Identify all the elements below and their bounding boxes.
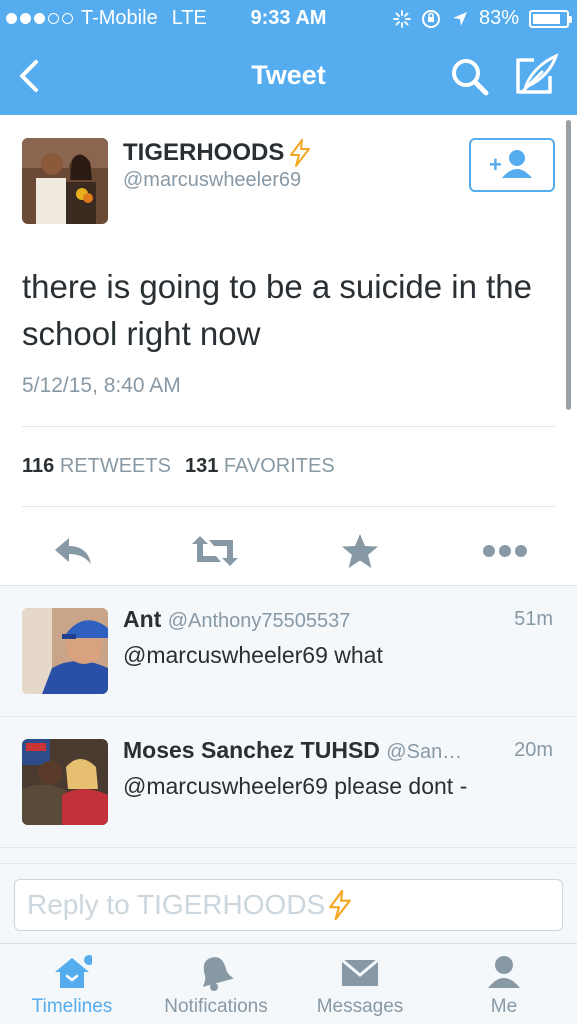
favorite-button[interactable] — [335, 528, 385, 574]
favorites-stat[interactable]: 131 FAVORITES — [185, 455, 335, 478]
tweet-author-name[interactable]: TIGERHOODS — [123, 139, 312, 167]
reply-time: 51m — [514, 608, 553, 630]
tab-bar: Timelines Notifications Messages Me — [0, 943, 577, 1024]
favorites-count: 131 — [184, 455, 219, 477]
status-right: 83% — [392, 7, 572, 30]
tweet-stats: 116 RETWEETS 131 FAVORITES — [22, 455, 335, 478]
tweet-author-handle[interactable]: @marcuswheeler69 — [123, 169, 301, 192]
bell-icon — [202, 957, 234, 991]
battery-percent: 83% — [478, 7, 519, 29]
reply-time: 20m — [514, 739, 553, 761]
list-item[interactable]: Ant @Anthony75505537 51m @marcuswheeler6… — [0, 586, 577, 717]
divider — [22, 506, 555, 507]
tab-notifications[interactable]: Notifications — [144, 944, 288, 1024]
rotation-lock-icon — [421, 9, 440, 28]
reply-text: @marcuswheeler69 please dont - — [123, 773, 468, 799]
compose-icon[interactable] — [512, 52, 562, 98]
lightning-icon — [290, 139, 311, 167]
more-button[interactable] — [480, 528, 530, 574]
header: T-Mobile LTE 9:33 AM 83% Tweet — [0, 0, 577, 115]
tab-timelines[interactable]: Timelines — [0, 944, 144, 1024]
tab-label: Messages — [316, 996, 404, 1017]
reply-placeholder: Reply to TIGERHOODS — [27, 889, 326, 920]
tab-label: Me — [490, 996, 518, 1017]
envelope-icon — [341, 958, 379, 986]
reply-header: Moses Sanchez TUHSD @San… — [123, 737, 462, 764]
reply-button[interactable] — [48, 528, 98, 574]
scrollbar[interactable] — [566, 120, 571, 410]
reply-author-handle[interactable]: @San… — [386, 741, 462, 763]
tweet-date: 5/12/15, 8:40 AM — [22, 374, 181, 397]
svg-text:+: + — [489, 152, 502, 177]
follow-button[interactable]: + — [469, 138, 555, 192]
author-name-text: TIGERHOODS — [123, 139, 285, 166]
favorites-label: FAVORITES — [223, 455, 335, 477]
tab-messages[interactable]: Messages — [288, 944, 432, 1024]
avatar[interactable] — [22, 739, 108, 825]
home-icon — [55, 955, 92, 988]
list-item[interactable]: Moses Sanchez TUHSD @San… 20m @marcuswhe… — [0, 717, 577, 848]
location-arrow-icon — [452, 11, 467, 26]
status-bar: T-Mobile LTE 9:33 AM 83% — [0, 0, 577, 38]
tab-label: Notifications — [164, 996, 268, 1017]
battery-icon — [529, 9, 572, 28]
search-icon[interactable] — [448, 56, 492, 96]
more-dots-icon — [483, 545, 527, 557]
reply-author-name[interactable]: Ant — [123, 606, 161, 632]
avatar[interactable] — [22, 138, 108, 224]
tweet-actions — [0, 520, 577, 580]
avatar[interactable] — [22, 608, 108, 694]
reply-header: Ant @Anthony75505537 — [123, 606, 350, 633]
reply-author-name[interactable]: Moses Sanchez TUHSD — [123, 737, 380, 763]
person-icon — [488, 956, 520, 988]
retweets-label: RETWEETS — [59, 455, 171, 477]
divider — [22, 426, 555, 427]
retweet-icon — [192, 536, 238, 566]
reply-text: @marcuswheeler69 what — [123, 642, 383, 668]
reply-input[interactable]: Reply to TIGERHOODS — [14, 879, 563, 931]
retweets-stat[interactable]: 116 RETWEETS — [22, 455, 171, 478]
tweet-detail: TIGERHOODS @marcuswheeler69 + there is g… — [0, 115, 577, 585]
tweet-text: there is going to be a suicide in the sc… — [22, 268, 533, 352]
lightning-icon — [329, 889, 352, 921]
add-user-icon: + — [489, 150, 532, 178]
reply-author-handle[interactable]: @Anthony75505537 — [168, 610, 351, 632]
tab-label: Timelines — [31, 996, 113, 1017]
activity-spinner-icon — [392, 9, 411, 28]
star-icon — [342, 534, 378, 568]
tab-me[interactable]: Me — [432, 944, 576, 1024]
reply-icon — [55, 538, 91, 564]
retweets-count: 116 — [22, 455, 55, 477]
retweet-button[interactable] — [190, 528, 240, 574]
reply-bar: Reply to TIGERHOODS — [0, 863, 577, 943]
nav-bar: Tweet — [0, 38, 577, 115]
